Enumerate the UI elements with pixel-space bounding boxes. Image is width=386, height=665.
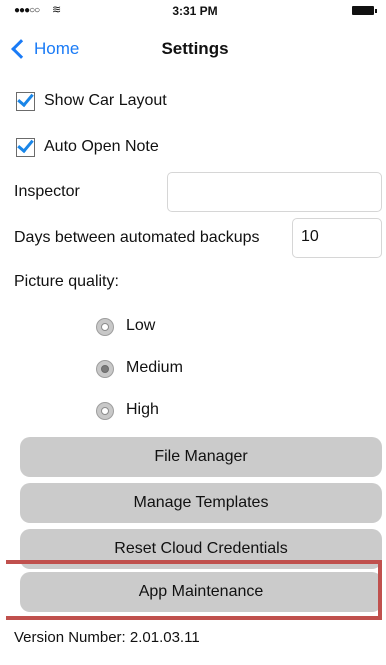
checkmark-icon xyxy=(17,135,34,154)
inspector-label: Inspector xyxy=(14,183,80,200)
quality-option-label: Low xyxy=(126,317,156,334)
quality-option-low[interactable]: Low xyxy=(6,316,384,338)
inspector-input[interactable] xyxy=(167,172,382,212)
app-maintenance-button[interactable]: App Maintenance xyxy=(20,572,382,612)
auto-open-note-checkbox[interactable] xyxy=(16,135,35,157)
settings-screen: ●●●○○ ≋ 3:31 PM Home Settings Show Car L… xyxy=(6,0,384,665)
radio-medium[interactable] xyxy=(96,360,114,378)
quality-option-medium[interactable]: Medium xyxy=(6,358,384,380)
status-bar: ●●●○○ ≋ 3:31 PM xyxy=(6,0,384,22)
picture-quality-row: Picture quality: xyxy=(6,273,384,295)
show-car-layout-row[interactable]: Show Car Layout xyxy=(6,89,384,112)
back-button[interactable]: Home xyxy=(11,39,80,59)
checkmark-icon xyxy=(17,89,34,108)
reset-cloud-credentials-button[interactable]: Reset Cloud Credentials xyxy=(20,529,382,569)
show-car-layout-checkbox[interactable] xyxy=(16,89,35,111)
file-manager-button[interactable]: File Manager xyxy=(20,437,382,477)
quality-option-label: High xyxy=(126,401,159,418)
manage-templates-button[interactable]: Manage Templates xyxy=(20,483,382,523)
version-number: Version Number: 2.01.03.11 xyxy=(14,629,200,646)
backup-days-input[interactable]: 10 xyxy=(292,218,382,258)
radio-low[interactable] xyxy=(96,318,114,336)
inspector-row: Inspector xyxy=(6,172,384,212)
back-button-label: Home xyxy=(34,39,80,58)
quality-option-label: Medium xyxy=(126,359,183,376)
navigation-bar: Home Settings xyxy=(6,26,384,70)
auto-open-note-row[interactable]: Auto Open Note xyxy=(6,135,384,158)
battery-icon xyxy=(352,6,377,15)
picture-quality-label: Picture quality: xyxy=(14,273,119,290)
backup-days-row: Days between automated backups 10 xyxy=(6,218,384,258)
show-car-layout-label: Show Car Layout xyxy=(44,92,167,109)
radio-high[interactable] xyxy=(96,402,114,420)
backup-days-label: Days between automated backups xyxy=(14,229,260,246)
status-time: 3:31 PM xyxy=(172,4,218,18)
chevron-left-icon xyxy=(11,39,31,59)
auto-open-note-label: Auto Open Note xyxy=(44,138,159,155)
quality-option-high[interactable]: High xyxy=(6,400,384,422)
